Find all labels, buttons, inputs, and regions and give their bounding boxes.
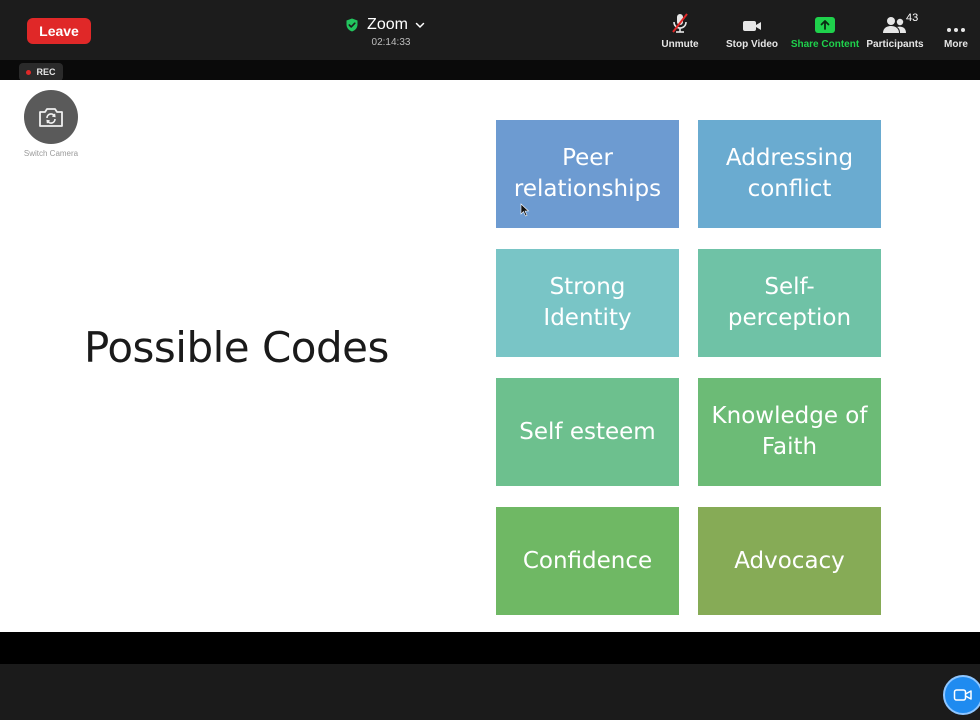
stop-video-label: Stop Video: [725, 39, 779, 50]
participants-count: 43: [906, 12, 919, 24]
zoom-meeting-window: Leave Zoom 02:14:33 Unmute Stop Video Sh…: [0, 0, 980, 720]
video-camera-icon: [743, 21, 761, 31]
stop-video-button[interactable]: Stop Video: [724, 12, 780, 54]
shield-check-icon: [346, 18, 358, 32]
participants-button[interactable]: 43 Participants: [864, 12, 926, 54]
code-tile-strong-identity: Strong Identity: [496, 249, 679, 357]
video-toggle-button[interactable]: [943, 675, 980, 715]
more-dots-icon: [947, 28, 965, 32]
meeting-title-group[interactable]: Zoom 02:14:33: [330, 14, 440, 54]
meeting-toolbar: Leave Zoom 02:14:33 Unmute Stop Video Sh…: [0, 0, 980, 60]
recording-badge[interactable]: REC: [19, 63, 63, 81]
switch-camera-button[interactable]: [24, 90, 78, 144]
meeting-title: Zoom: [367, 16, 408, 33]
more-button[interactable]: More: [938, 12, 974, 54]
video-camera-outline-icon: [953, 689, 972, 701]
code-tile-confidence: Confidence: [496, 507, 679, 615]
chevron-down-icon: [415, 22, 425, 29]
code-tile-knowledge-of-faith: Knowledge of Faith: [698, 378, 881, 486]
unmute-button[interactable]: Unmute: [658, 12, 702, 54]
share-content-label: Share Content: [790, 39, 860, 50]
toolbar-divider-strip: [0, 60, 980, 80]
switch-camera-label: Switch Camera: [23, 149, 79, 158]
unmute-label: Unmute: [661, 39, 699, 50]
slide-title: Possible Codes: [84, 323, 389, 372]
recording-label: REC: [36, 67, 56, 77]
participants-label: Participants: [866, 39, 924, 50]
bottom-panel: [0, 664, 980, 720]
recording-dot-icon: [26, 69, 32, 75]
code-tile-addressing-conflict: Addressing conflict: [698, 120, 881, 228]
code-tile-self-esteem: Self esteem: [496, 378, 679, 486]
leave-button[interactable]: Leave: [27, 18, 91, 44]
meeting-timer: 02:14:33: [371, 37, 411, 48]
share-content-button[interactable]: Share Content: [788, 12, 862, 54]
microphone-muted-icon: [672, 13, 688, 33]
mouse-cursor-icon: [520, 203, 530, 217]
participants-icon: [883, 17, 906, 33]
more-label: More: [944, 39, 968, 50]
code-tile-advocacy: Advocacy: [698, 507, 881, 615]
code-tile-self-perception: Self-perception: [698, 249, 881, 357]
bottom-black-bar: [0, 632, 980, 664]
share-arrow-icon: [815, 17, 835, 33]
switch-camera-icon: [39, 108, 63, 127]
